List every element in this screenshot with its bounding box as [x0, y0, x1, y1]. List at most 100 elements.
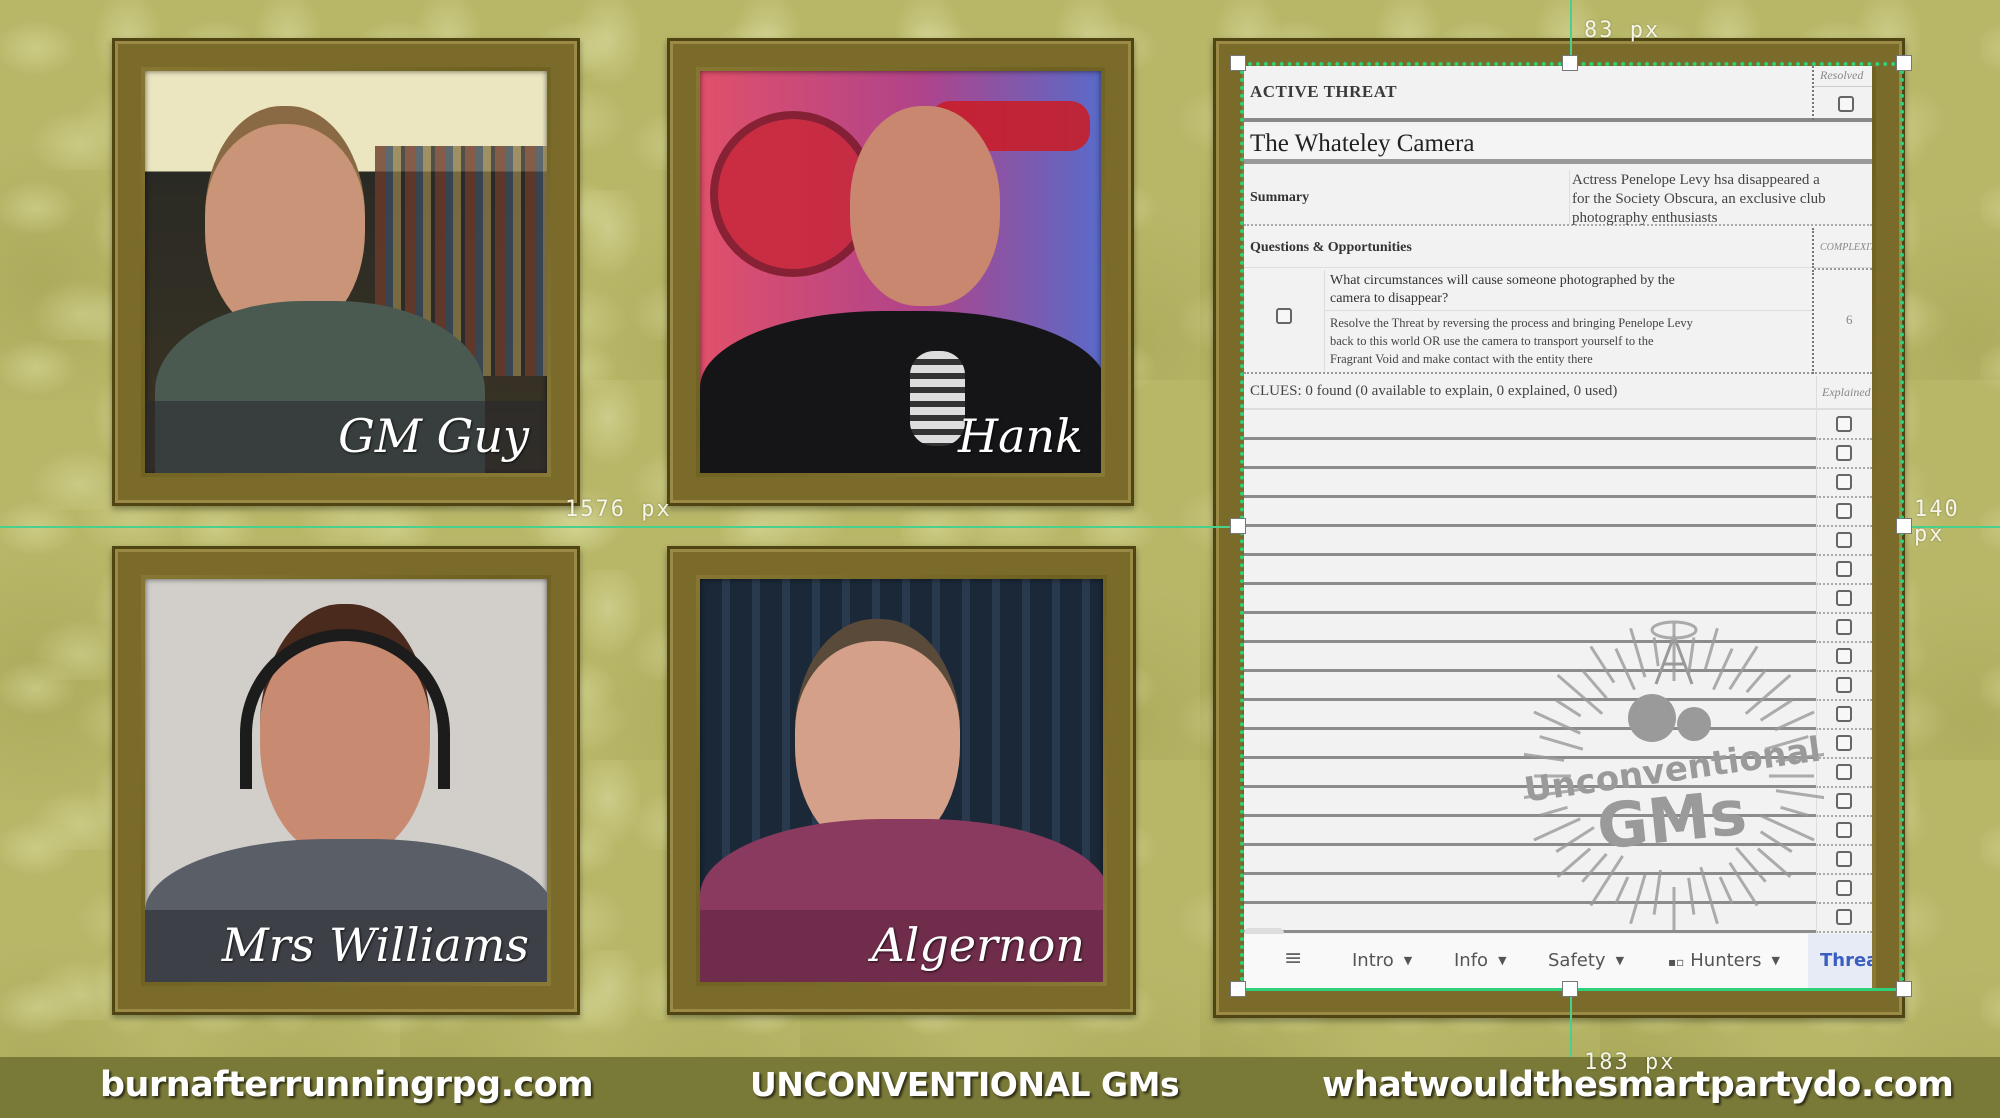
- clue-row-divider: [1816, 612, 1872, 614]
- divider: [1814, 86, 1872, 87]
- question-row: What circumstances will cause someone ph…: [1244, 270, 1872, 374]
- clue-explained-checkbox[interactable]: [1836, 735, 1852, 751]
- question-line: What circumstances will cause someone ph…: [1330, 273, 1675, 288]
- video-tile-mrs-williams: Mrs Williams: [112, 546, 580, 1015]
- clue-row-divider: [1816, 786, 1872, 788]
- complexity-label: COMPLEXITY: [1820, 242, 1872, 253]
- clue-explained-checkbox[interactable]: [1836, 561, 1852, 577]
- divider: [1569, 170, 1570, 224]
- tab-info[interactable]: Info ▼: [1454, 950, 1507, 971]
- resize-handle-bottom-left[interactable]: [1230, 981, 1246, 997]
- clue-row-divider: [1816, 815, 1872, 817]
- title-row: The Whateley Camera: [1244, 126, 1872, 164]
- tab-threats[interactable]: Threats: [1808, 934, 1872, 990]
- clue-explained-checkbox[interactable]: [1836, 764, 1852, 780]
- sunburst-ray: [1533, 710, 1581, 735]
- question-line: camera to disappear?: [1330, 291, 1449, 306]
- clue-row-line[interactable]: [1244, 437, 1816, 440]
- clue-row-divider: [1816, 525, 1872, 527]
- tab-safety[interactable]: Safety ▼: [1548, 950, 1624, 971]
- complexity-value: 6: [1846, 312, 1853, 327]
- tab-intro[interactable]: Intro ▼: [1352, 950, 1412, 971]
- resize-handle-middle-left[interactable]: [1230, 518, 1246, 534]
- clue-explained-checkbox[interactable]: [1836, 677, 1852, 693]
- resize-handle-top-center[interactable]: [1562, 55, 1578, 71]
- measure-right: 140 px: [1914, 497, 1960, 547]
- clue-explained-checkbox[interactable]: [1836, 532, 1852, 548]
- banner-center-title: UNCONVENTIONAL GMs: [750, 1065, 1180, 1104]
- sunburst-ray: [1687, 877, 1696, 915]
- clue-explained-checkbox[interactable]: [1836, 793, 1852, 809]
- summary-line: Actress Penelope Levy hsa disappeared a: [1572, 172, 1820, 188]
- sunburst-ray: [1756, 847, 1792, 878]
- guide-line-left: [0, 526, 1240, 528]
- clue-row-line[interactable]: [1244, 524, 1816, 527]
- resize-handle-middle-right[interactable]: [1896, 518, 1912, 534]
- tab-hunters[interactable]: ▪▫ Hunters ▼: [1668, 950, 1780, 971]
- clue-row-line[interactable]: [1244, 495, 1816, 498]
- tab-label: Intro: [1352, 950, 1394, 971]
- clues-summary: CLUES: 0 found (0 available to explain, …: [1250, 383, 1618, 399]
- clue-row-divider: [1816, 583, 1872, 585]
- clues-header-row: CLUES: 0 found (0 available to explain, …: [1244, 376, 1872, 410]
- clue-row-divider: [1816, 757, 1872, 759]
- resolved-checkbox[interactable]: [1838, 96, 1854, 112]
- resize-handle-bottom-center[interactable]: [1562, 981, 1578, 997]
- clue-row-divider: [1816, 438, 1872, 440]
- clue-explained-checkbox[interactable]: [1836, 851, 1852, 867]
- resize-handle-top-left[interactable]: [1230, 55, 1246, 71]
- tab-label: Info: [1454, 950, 1489, 971]
- summary-text: Actress Penelope Levy hsa disappeared a …: [1572, 171, 1826, 228]
- clue-explained-checkbox[interactable]: [1836, 822, 1852, 838]
- divider: [1324, 310, 1812, 311]
- participant-name: Mrs Williams: [221, 918, 529, 972]
- clue-explained-checkbox[interactable]: [1836, 706, 1852, 722]
- resize-handle-top-right[interactable]: [1896, 55, 1912, 71]
- sunburst-ray: [1614, 876, 1630, 904]
- watermark-bottom: GMs: [1594, 776, 1750, 864]
- clue-row-divider: [1816, 467, 1872, 469]
- guide-line-top: [1570, 0, 1572, 62]
- sunburst-ray: [1555, 826, 1595, 853]
- clue-explained-checkbox[interactable]: [1836, 503, 1852, 519]
- clue-explained-checkbox[interactable]: [1836, 880, 1852, 896]
- clue-row-divider: [1816, 699, 1872, 701]
- divider: [1812, 228, 1814, 268]
- unconventional-gms-watermark: Unconventional GMs: [1524, 620, 1824, 930]
- clue-row-line[interactable]: [1244, 553, 1816, 556]
- video-feed: GM Guy: [145, 71, 547, 473]
- sunburst-ray: [1581, 669, 1608, 700]
- clue-explained-checkbox[interactable]: [1836, 416, 1852, 432]
- questions-header-row: Questions & Opportunities COMPLEXITY: [1244, 228, 1872, 268]
- video-feed: Mrs Williams: [145, 579, 547, 982]
- sunburst-ray: [1703, 627, 1719, 670]
- sheet-tab-bar: ≡ Intro ▼ Info ▼ Safety ▼ ▪▫ Hunters ▼ Threat…: [1244, 934, 1872, 990]
- tab-label: Hunters: [1690, 950, 1762, 971]
- sunburst-ray: [1539, 805, 1568, 817]
- clue-explained-checkbox[interactable]: [1836, 590, 1852, 606]
- question-checkbox[interactable]: [1276, 308, 1292, 324]
- summary-row: Summary Actress Penelope Levy hsa disapp…: [1244, 170, 1872, 226]
- clue-explained-checkbox[interactable]: [1836, 445, 1852, 461]
- opportunity-text: Resolve the Threat by reversing the proc…: [1330, 314, 1693, 368]
- resize-handle-bottom-right[interactable]: [1896, 981, 1912, 997]
- clue-row-line[interactable]: [1244, 582, 1816, 585]
- clue-explained-checkbox[interactable]: [1836, 909, 1852, 925]
- dropdown-arrow-icon: ▼: [1615, 954, 1625, 967]
- sunburst-ray: [1629, 627, 1647, 678]
- clue-explained-checkbox[interactable]: [1836, 474, 1852, 490]
- sunburst-ray: [1556, 674, 1604, 715]
- sunburst-ray: [1539, 735, 1584, 751]
- person-head: [795, 619, 960, 851]
- all-sheets-menu-icon[interactable]: ≡: [1284, 946, 1302, 971]
- sunburst-ray: [1759, 699, 1793, 722]
- clue-explained-checkbox[interactable]: [1836, 648, 1852, 664]
- tab-label: Threats: [1820, 950, 1872, 971]
- sunburst-ray: [1555, 699, 1582, 718]
- person-head: [850, 106, 1000, 306]
- clue-explained-checkbox[interactable]: [1836, 619, 1852, 635]
- clue-row-line[interactable]: [1244, 466, 1816, 469]
- video-tile-hank: Hank: [667, 38, 1134, 506]
- measure-left: 1576 px: [565, 497, 672, 522]
- clue-row-divider: [1816, 728, 1872, 730]
